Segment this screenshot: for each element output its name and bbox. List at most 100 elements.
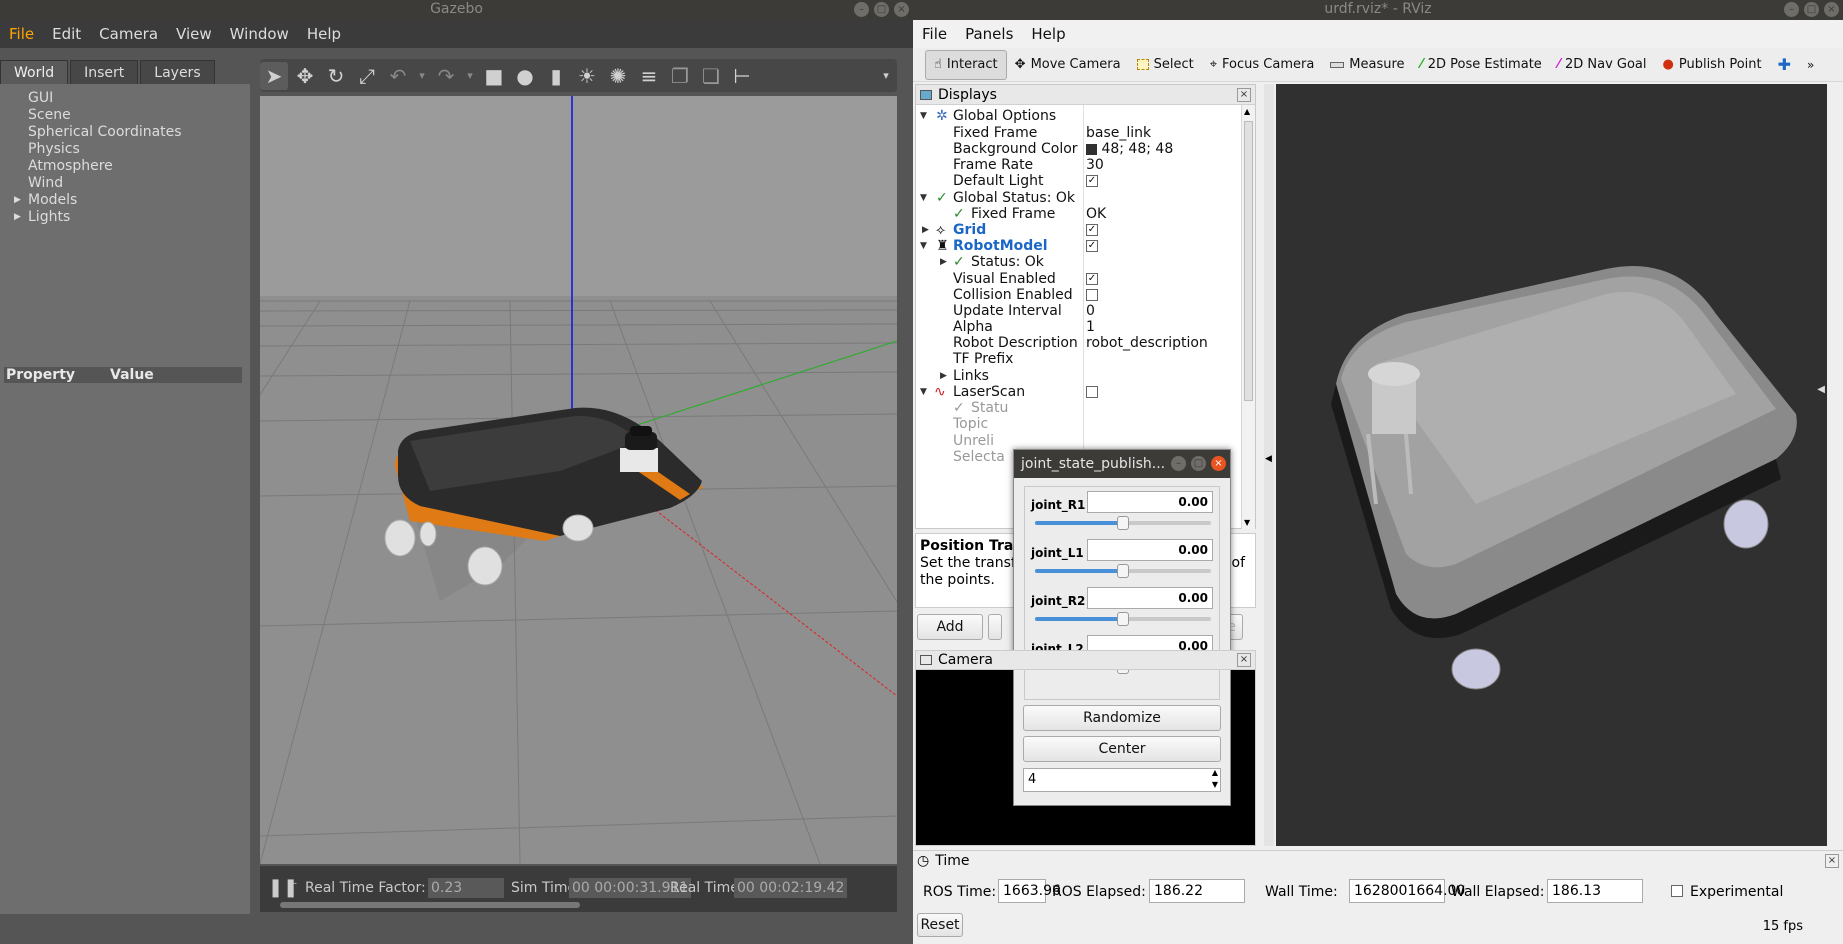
tool-focus-camera[interactable]: ⌖ Focus Camera <box>1202 50 1323 80</box>
displays-scrollbar[interactable]: ▲ ▼ <box>1241 105 1255 529</box>
scroll-up-icon[interactable]: ▲ <box>1244 107 1250 116</box>
wall-elapsed-field[interactable]: 186.13 <box>1547 879 1643 903</box>
toolbar-overflow-icon[interactable]: ▾ <box>878 62 894 90</box>
box-shape-icon[interactable]: ■ <box>480 62 508 90</box>
toolbar-more-icon[interactable]: » <box>1799 50 1822 80</box>
joint-slider[interactable] <box>1035 564 1211 578</box>
tool-select[interactable]: Select <box>1129 50 1202 80</box>
left-splitter[interactable]: ◀ <box>1264 84 1274 846</box>
panel-close-icon[interactable]: × <box>1825 854 1839 868</box>
slider-handle[interactable] <box>1117 564 1129 578</box>
joint-value-field[interactable]: 0.00 <box>1087 587 1213 609</box>
tool-move-camera[interactable]: ✥ Move Camera <box>1007 50 1129 80</box>
scroll-down-icon[interactable]: ▼ <box>1244 518 1250 527</box>
tree-item-atmosphere[interactable]: Atmosphere <box>28 158 182 175</box>
spot-light-icon[interactable]: ✺ <box>604 62 632 90</box>
tree-item-physics[interactable]: Physics <box>28 141 182 158</box>
add-display-button[interactable]: Add <box>917 614 983 640</box>
maximize-icon[interactable]: □ <box>1804 2 1819 17</box>
directional-light-icon[interactable]: ≡ <box>635 62 663 90</box>
menu-camera[interactable]: Camera <box>90 25 167 43</box>
cylinder-shape-icon[interactable]: ▮ <box>542 62 570 90</box>
rotate-icon[interactable]: ↻ <box>322 62 350 90</box>
menu-window[interactable]: Window <box>221 25 298 43</box>
rviz-3d-viewport[interactable]: ◀ <box>1276 84 1827 846</box>
close-icon[interactable]: × <box>1824 2 1839 17</box>
tool-measure[interactable]: Measure <box>1322 50 1412 80</box>
center-button[interactable]: Center <box>1023 736 1221 762</box>
paste-icon[interactable]: ❏ <box>697 62 725 90</box>
panel-close-icon[interactable]: × <box>1237 87 1251 102</box>
horizontal-scrollbar[interactable] <box>280 902 580 908</box>
robotmodel-checkbox[interactable]: ✓ <box>1086 240 1098 252</box>
close-icon[interactable]: × <box>894 2 909 17</box>
color-swatch[interactable] <box>1086 143 1097 155</box>
menu-file[interactable]: File <box>0 25 43 43</box>
tab-insert[interactable]: Insert <box>70 60 139 84</box>
align-icon[interactable]: ⊢ <box>728 62 756 90</box>
joint-slider[interactable] <box>1035 516 1211 530</box>
minimize-icon[interactable]: – <box>1784 2 1799 17</box>
expand-arrow-icon[interactable]: ▶ <box>14 192 21 209</box>
joint-count-spinbox[interactable]: 4 ▲ ▼ <box>1023 768 1221 792</box>
joint-value-field[interactable]: 0.00 <box>1087 491 1213 513</box>
tree-item-lights[interactable]: ▶ Lights <box>14 209 182 226</box>
tool-2d-pose-estimate[interactable]: ⁄ 2D Pose Estimate <box>1413 50 1550 80</box>
scroll-thumb[interactable] <box>1244 121 1253 401</box>
joint-slider[interactable] <box>1035 612 1211 626</box>
menu-file[interactable]: File <box>913 25 956 43</box>
tree-item-scene[interactable]: Scene <box>28 107 182 124</box>
maximize-icon[interactable]: □ <box>1191 456 1206 471</box>
ros-elapsed-field[interactable]: 186.22 <box>1149 879 1245 903</box>
laserscan-checkbox[interactable] <box>1086 386 1098 398</box>
joint-value-field[interactable]: 0.00 <box>1087 539 1213 561</box>
ros-time-field[interactable]: 1663.96 <box>998 879 1061 903</box>
tree-item-spherical-coordinates[interactable]: Spherical Coordinates <box>28 124 182 141</box>
gazebo-3d-viewport[interactable] <box>260 96 897 864</box>
tab-world[interactable]: World <box>0 60 69 84</box>
collapse-left-icon[interactable]: ◀ <box>1265 454 1272 464</box>
minimize-icon[interactable]: – <box>1171 456 1186 471</box>
grid-checkbox[interactable]: ✓ <box>1086 224 1098 236</box>
menu-edit[interactable]: Edit <box>43 25 90 43</box>
copy-icon[interactable]: ❐ <box>666 62 694 90</box>
experimental-checkbox[interactable] <box>1671 885 1683 897</box>
wall-time-field[interactable]: 1628001664.00 <box>1349 879 1465 903</box>
expand-arrow-icon[interactable]: ▶ <box>14 209 21 226</box>
tree-item-models[interactable]: ▶ Models <box>14 192 182 209</box>
close-icon[interactable]: × <box>1211 456 1226 471</box>
add-tool-plus-icon[interactable]: ✚ <box>1770 50 1799 80</box>
randomize-button[interactable]: Randomize <box>1023 705 1221 731</box>
tool-publish-point[interactable]: ● Publish Point <box>1655 50 1770 80</box>
menu-view[interactable]: View <box>167 25 221 43</box>
collapse-right-icon[interactable]: ◀ <box>1817 384 1825 395</box>
undo-icon[interactable]: ↶ <box>384 62 412 90</box>
tool-interact[interactable]: ☝ Interact <box>925 49 1007 80</box>
minimize-icon[interactable]: – <box>854 2 869 17</box>
menu-help[interactable]: Help <box>298 25 350 43</box>
reset-button[interactable]: Reset <box>917 913 963 937</box>
redo-dropdown-icon[interactable]: ▾ <box>463 62 477 90</box>
slider-handle[interactable] <box>1117 516 1129 530</box>
tree-item-wind[interactable]: Wind <box>28 175 182 192</box>
visual-enabled-checkbox[interactable]: ✓ <box>1086 273 1098 285</box>
tree-item-gui[interactable]: GUI <box>28 90 182 107</box>
scale-icon[interactable]: ⤢ <box>353 62 381 90</box>
point-light-icon[interactable]: ☀ <box>573 62 601 90</box>
redo-icon[interactable]: ↷ <box>432 62 460 90</box>
step-icon[interactable]: – <box>292 878 297 889</box>
default-light-checkbox[interactable]: ✓ <box>1086 175 1098 187</box>
undo-dropdown-icon[interactable]: ▾ <box>415 62 429 90</box>
slider-handle[interactable] <box>1117 612 1129 626</box>
tab-layers[interactable]: Layers <box>140 60 215 84</box>
panel-close-icon[interactable]: × <box>1237 653 1251 667</box>
duplicate-button[interactable] <box>988 614 1002 640</box>
translate-icon[interactable]: ✥ <box>291 62 319 90</box>
tool-2d-nav-goal[interactable]: ⁄ 2D Nav Goal <box>1550 50 1655 80</box>
spin-arrows-icon[interactable]: ▲ ▼ <box>1212 767 1218 791</box>
collision-enabled-checkbox[interactable] <box>1086 289 1098 301</box>
select-arrow-icon[interactable]: ➤ <box>260 61 288 90</box>
sphere-shape-icon[interactable]: ● <box>511 62 539 90</box>
menu-help[interactable]: Help <box>1022 25 1074 43</box>
menu-panels[interactable]: Panels <box>956 25 1022 43</box>
